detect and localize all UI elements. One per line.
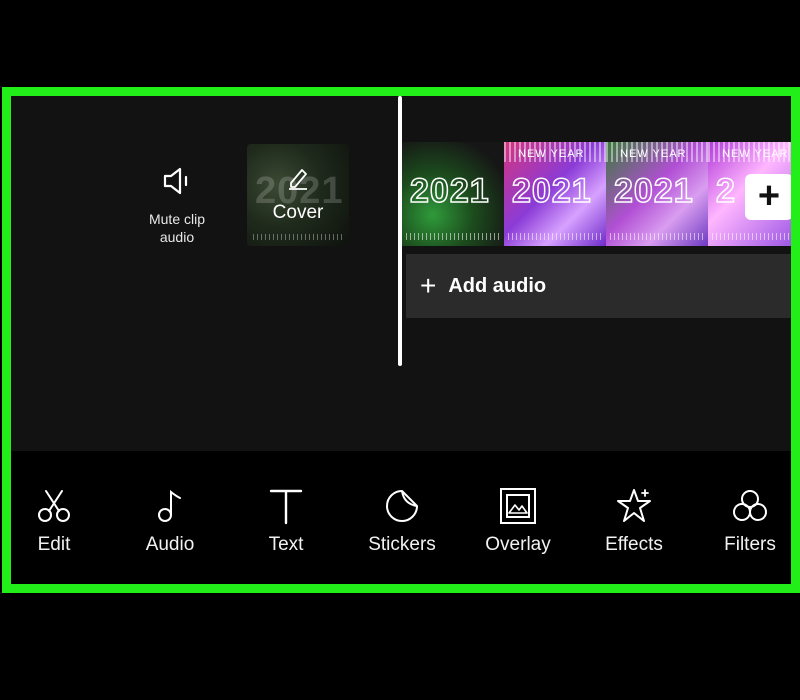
toolbar-audio-label: Audio: [145, 534, 195, 555]
plus-icon: +: [757, 175, 781, 217]
effects-star-icon: [617, 489, 651, 522]
toolbar-stickers-button[interactable]: Stickers: [347, 486, 457, 556]
overlay-icon: [500, 488, 536, 524]
audio-waveform: [610, 233, 704, 240]
scissors-icon: [38, 490, 70, 522]
clip-caption-text: NEW YEAR: [518, 148, 585, 160]
video-clip[interactable]: NEW YEAR 2021: [606, 142, 708, 246]
toolbar-overlay-label: Overlay: [485, 534, 551, 555]
toolbar-stickers-label: Stickers: [368, 534, 436, 555]
mute-clip-audio-label: Mute clip audio: [148, 211, 206, 245]
audio-waveform: [253, 234, 343, 240]
pencil-icon: [289, 169, 307, 190]
toolbar-effects-button[interactable]: Effects: [579, 486, 689, 556]
clip-year-text: 2021: [511, 171, 592, 211]
filters-icon: [733, 490, 767, 521]
music-note-icon: [158, 489, 181, 522]
video-clip-track[interactable]: 2021 NEW YEAR 2021 NEW YEAR 2021 NEW YEA…: [402, 142, 791, 246]
speaker-icon: [163, 167, 188, 195]
toolbar-text-button[interactable]: Text: [231, 486, 341, 556]
mute-clip-audio-button[interactable]: Mute clip audio: [139, 164, 215, 246]
video-clip[interactable]: 2021: [402, 142, 504, 246]
toolbar-overlay-button[interactable]: Overlay: [463, 486, 573, 556]
toolbar-audio-button[interactable]: Audio: [115, 486, 225, 556]
plus-icon: +: [420, 270, 437, 301]
audio-waveform: [508, 233, 602, 240]
text-icon: [269, 489, 303, 525]
cover-button[interactable]: 2021 Cover: [247, 144, 349, 246]
toolbar-edit-label: Edit: [37, 534, 71, 555]
toolbar-filters-label: Filters: [724, 534, 776, 555]
video-clip[interactable]: NEW YEAR 2021: [504, 142, 606, 246]
audio-waveform: [712, 233, 791, 240]
clip-caption-text: NEW YEAR: [722, 148, 789, 160]
toolbar-effects-label: Effects: [605, 534, 663, 555]
clip-caption-text: NEW YEAR: [620, 148, 687, 160]
toolbar-text-label: Text: [268, 534, 304, 555]
add-audio-label: Add audio: [448, 274, 547, 297]
toolbar-filters-button[interactable]: Filters: [695, 486, 791, 556]
clip-year-text: 2: [715, 171, 736, 211]
clip-year-text: 2021: [409, 171, 490, 211]
add-audio-button[interactable]: + Add audio: [406, 254, 791, 318]
bottom-toolbar: Edit Audio Text Stickers Overlay Effects…: [11, 451, 791, 584]
clip-year-text: 2021: [613, 171, 694, 211]
sticker-icon: [386, 490, 418, 522]
audio-waveform: [406, 233, 500, 240]
timeline-area: Mute clip audio 2021 Cover 2021 NEW YEAR…: [11, 96, 791, 451]
toolbar-edit-button[interactable]: Edit: [11, 486, 109, 556]
add-clip-button[interactable]: +: [745, 174, 791, 220]
highlight-frame: Mute clip audio 2021 Cover 2021 NEW YEAR…: [2, 87, 800, 593]
cover-label: Cover: [272, 202, 324, 223]
